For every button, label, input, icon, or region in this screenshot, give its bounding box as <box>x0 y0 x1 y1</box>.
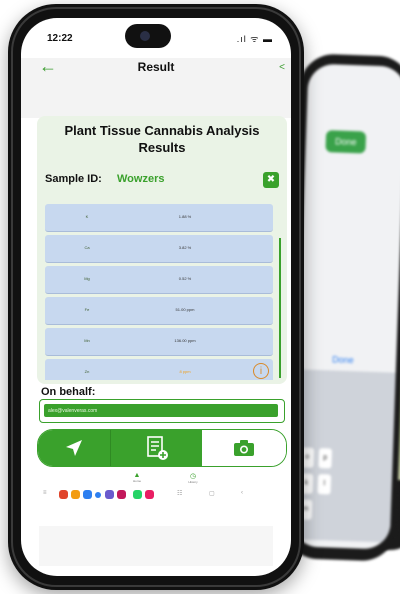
app-icon[interactable] <box>95 492 101 498</box>
phone-frame: 12:22 .ıl ᯤ ▬ ← Result < Plant Tissue Ca… <box>8 4 304 590</box>
navigation-arrow-icon <box>66 440 82 456</box>
result-row: Zn 8 ppm i <box>45 359 273 380</box>
result-row: Mg 0.52 % <box>45 266 273 294</box>
result-row: Mn 136.00 ppm <box>45 328 273 356</box>
home-circle-icon[interactable]: ▢ <box>209 490 215 497</box>
on-behalf-input[interactable] <box>44 404 278 417</box>
home-icon: ▲ <box>133 472 141 479</box>
nav-history[interactable]: ◷ History <box>173 472 213 484</box>
camera-button[interactable] <box>202 430 286 466</box>
result-row: Ca 3.82 % <box>45 235 273 263</box>
nav-home-label: Home <box>132 479 141 483</box>
key: p <box>318 448 333 469</box>
element-value: 51.00 ppm <box>175 307 195 312</box>
results-list[interactable]: K 1.88 % Ca 3.82 % Mg 0.52 % Fe 51.00 pp… <box>43 198 283 380</box>
share-icon[interactable]: < <box>279 62 285 73</box>
app-icon[interactable] <box>105 490 114 499</box>
locate-button[interactable] <box>38 430 110 466</box>
nav-history-label: History <box>188 480 198 484</box>
element-value: 8 ppm <box>179 369 191 374</box>
page-title: Result <box>137 60 175 74</box>
android-dock: ≡ ☷ ▢ ‹ <box>29 488 283 504</box>
action-bar <box>37 429 287 467</box>
background-keyboard: o p k l m <box>291 369 396 543</box>
camera-notch <box>125 24 171 48</box>
info-icon[interactable]: i <box>253 363 269 379</box>
phone-screen: 12:22 .ıl ᯤ ▬ ← Result < Plant Tissue Ca… <box>21 18 291 576</box>
sample-id-value: Wowzers <box>117 173 165 185</box>
element-name: Mg <box>84 276 90 281</box>
scrollbar[interactable] <box>279 238 281 378</box>
app-icon[interactable] <box>59 490 68 499</box>
element-name: Ca <box>84 245 90 250</box>
element-name: Fe <box>84 307 90 312</box>
background-done-link: Done <box>332 354 354 366</box>
key: l <box>317 474 332 495</box>
results-card: Plant Tissue Cannabis Analysis Results S… <box>37 116 287 384</box>
camera-icon <box>234 440 254 456</box>
element-value: 3.82 % <box>178 245 192 250</box>
result-row: K 1.88 % <box>45 204 273 232</box>
element-name: Mn <box>84 338 90 343</box>
results-title: Plant Tissue Cannabis Analysis Results <box>64 123 260 155</box>
app-icon[interactable] <box>71 490 80 499</box>
recents-icon[interactable]: ☷ <box>177 490 182 497</box>
add-report-icon <box>147 436 168 460</box>
app-icon[interactable] <box>133 490 142 499</box>
shuffle-button[interactable]: ✖ <box>263 172 279 188</box>
app-icon[interactable] <box>83 490 92 499</box>
element-name: K <box>85 214 89 219</box>
status-icons: .ıl ᯤ ▬ <box>236 34 273 44</box>
element-name: Zn <box>84 369 90 374</box>
blank-area <box>39 526 273 566</box>
back-chevron-icon[interactable]: ‹ <box>241 490 243 496</box>
background-phone-screen: Done Done o p k l m <box>291 63 400 550</box>
background-done-button: Done <box>325 130 367 154</box>
nav-home[interactable]: ▲ Home <box>117 472 157 483</box>
status-bar: 12:22 .ıl ᯤ ▬ <box>21 18 291 58</box>
on-behalf-field <box>39 399 285 423</box>
element-value: 0.52 % <box>178 276 192 281</box>
app-icon[interactable] <box>145 490 154 499</box>
element-value: 1.88 % <box>178 214 192 219</box>
result-row: Fe 51.00 ppm <box>45 297 273 325</box>
history-icon: ◷ <box>189 473 197 480</box>
menu-icon[interactable]: ≡ <box>43 490 47 496</box>
add-report-button[interactable] <box>110 430 203 466</box>
status-time: 12:22 <box>47 33 73 44</box>
sample-row: Sample ID: Wowzers ✖ <box>45 172 279 190</box>
on-behalf-label: On behalf: <box>41 386 96 398</box>
element-value: 136.00 ppm <box>174 338 196 343</box>
app-icon[interactable] <box>117 490 126 499</box>
sample-id-label: Sample ID: <box>45 173 102 185</box>
